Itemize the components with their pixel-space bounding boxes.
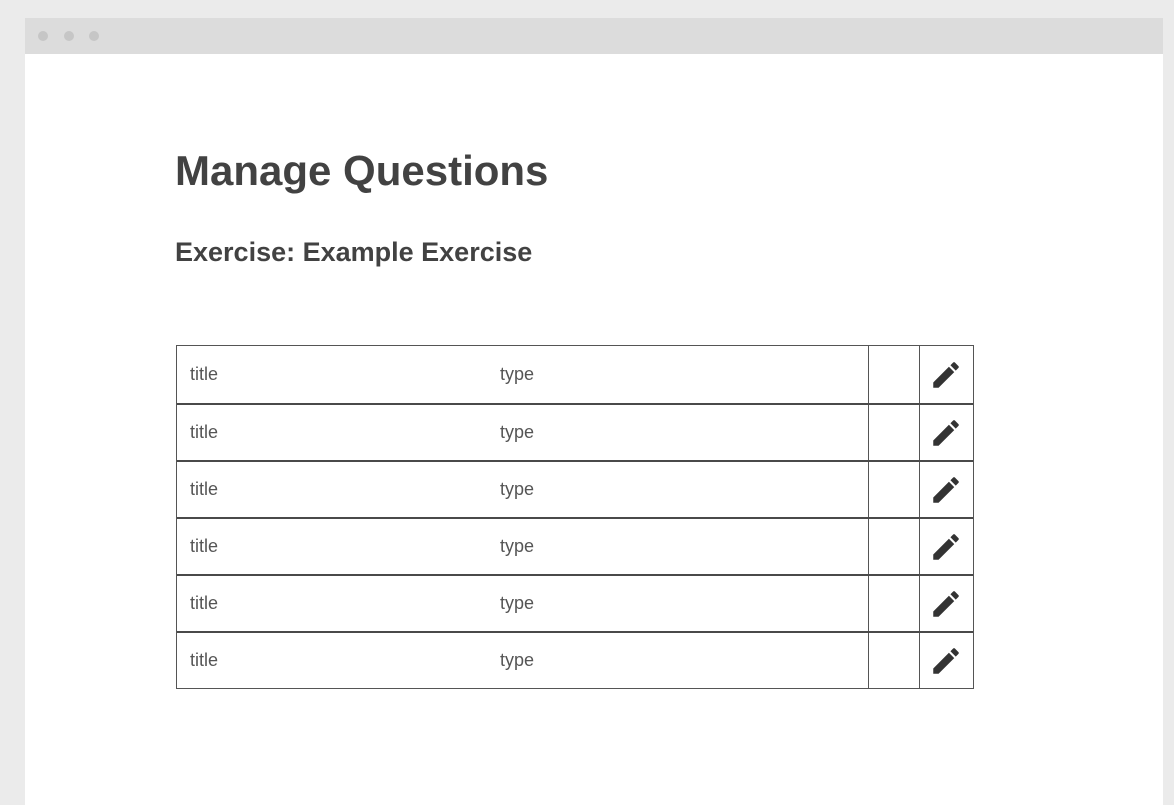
question-type-cell: type — [500, 536, 535, 556]
pencil-icon — [933, 361, 959, 388]
empty-cell — [868, 462, 919, 517]
edit-question-button[interactable] — [919, 519, 972, 574]
exercise-subtitle: Exercise: Example Exercise — [175, 237, 533, 267]
edit-question-button[interactable] — [919, 462, 972, 517]
table-row: title type — [177, 517, 973, 574]
table-row: title type — [177, 403, 973, 460]
question-type-cell: type — [500, 593, 535, 613]
question-title-cell: title — [190, 422, 219, 442]
window-minimize-dot[interactable] — [64, 31, 74, 41]
page-content: Manage Questions Exercise: Example Exerc… — [25, 54, 1163, 805]
table-row: title type — [177, 460, 973, 517]
window-titlebar — [25, 18, 1163, 54]
page-title: Manage Questions — [175, 147, 549, 194]
window-maximize-dot[interactable] — [89, 31, 99, 41]
question-type-cell: type — [500, 650, 535, 670]
empty-cell — [868, 576, 919, 631]
question-title-cell: title — [190, 593, 219, 613]
pencil-icon — [933, 533, 959, 560]
edit-question-button[interactable] — [919, 405, 972, 460]
pencil-icon — [933, 419, 959, 446]
question-type-cell: type — [500, 479, 535, 499]
question-type-cell: type — [500, 422, 535, 442]
question-title-cell: title — [190, 479, 219, 499]
empty-cell — [868, 346, 919, 403]
question-title-cell: title — [190, 650, 219, 670]
empty-cell — [868, 405, 919, 460]
pencil-icon — [933, 476, 959, 503]
pencil-icon — [933, 590, 959, 617]
questions-table: title type title type title type title t… — [176, 345, 974, 689]
question-title-cell: title — [190, 536, 219, 556]
pencil-icon — [933, 647, 959, 674]
table-row: title type — [177, 346, 973, 403]
table-row: title type — [177, 631, 973, 688]
question-title-cell: title — [190, 364, 219, 384]
browser-window: Manage Questions Exercise: Example Exerc… — [0, 0, 1174, 805]
window-close-dot[interactable] — [38, 31, 48, 41]
edit-question-button[interactable] — [919, 346, 972, 403]
edit-question-button[interactable] — [919, 576, 972, 631]
empty-cell — [868, 519, 919, 574]
table-row: title type — [177, 574, 973, 631]
edit-question-button[interactable] — [919, 633, 972, 688]
question-type-cell: type — [500, 364, 535, 384]
empty-cell — [868, 633, 919, 688]
